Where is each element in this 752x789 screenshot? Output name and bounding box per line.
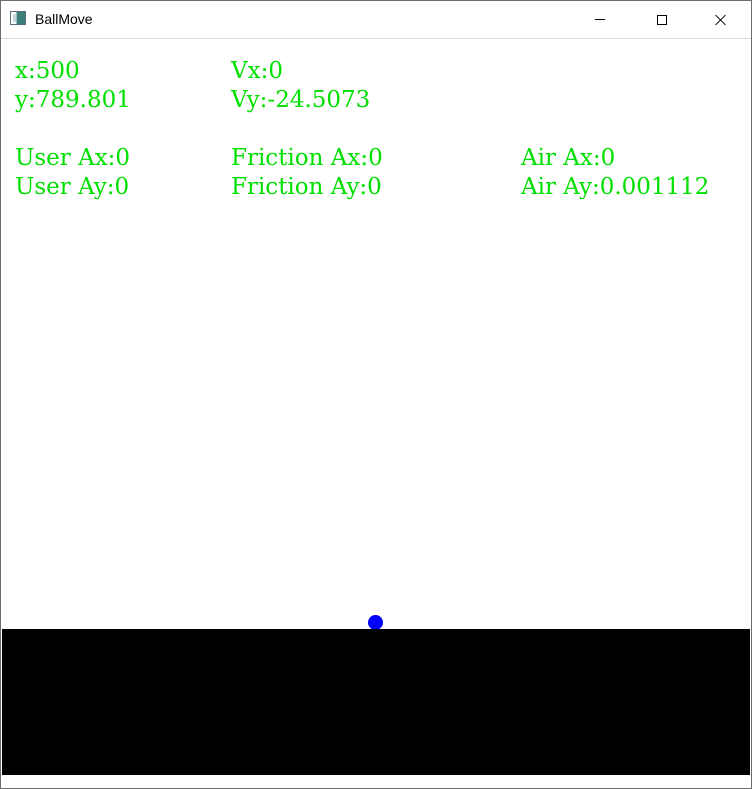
position-y-readout: y:789.801: [15, 87, 131, 113]
simulation-canvas[interactable]: x:500 Vx:0 y:789.801 Vy:-24.5073 User Ax…: [2, 39, 750, 787]
close-icon: [715, 14, 727, 26]
ground: [2, 629, 750, 775]
minimize-icon: [595, 19, 605, 20]
app-window-icon: [10, 11, 26, 25]
air-ax-readout: Air Ax:0: [521, 145, 616, 171]
position-x-readout: x:500: [15, 58, 80, 84]
velocity-y-readout: Vy:-24.5073: [231, 87, 371, 113]
user-ay-readout: User Ay:0: [15, 174, 130, 200]
close-button[interactable]: [698, 1, 744, 38]
ball: [368, 615, 383, 630]
friction-ay-readout: Friction Ay:0: [231, 174, 382, 200]
maximize-button[interactable]: [639, 1, 685, 38]
user-ax-readout: User Ax:0: [15, 145, 131, 171]
friction-ax-readout: Friction Ax:0: [231, 145, 383, 171]
title-bar[interactable]: BallMove: [1, 1, 751, 39]
minimize-button[interactable]: [577, 1, 623, 38]
air-ay-readout: Air Ay:0.001112: [521, 174, 710, 200]
window-title: BallMove: [35, 11, 93, 27]
maximize-icon: [657, 14, 667, 25]
app-window: BallMove x:500 Vx:0 y:789.801 Vy:-24.507…: [0, 0, 752, 789]
velocity-x-readout: Vx:0: [231, 58, 283, 84]
